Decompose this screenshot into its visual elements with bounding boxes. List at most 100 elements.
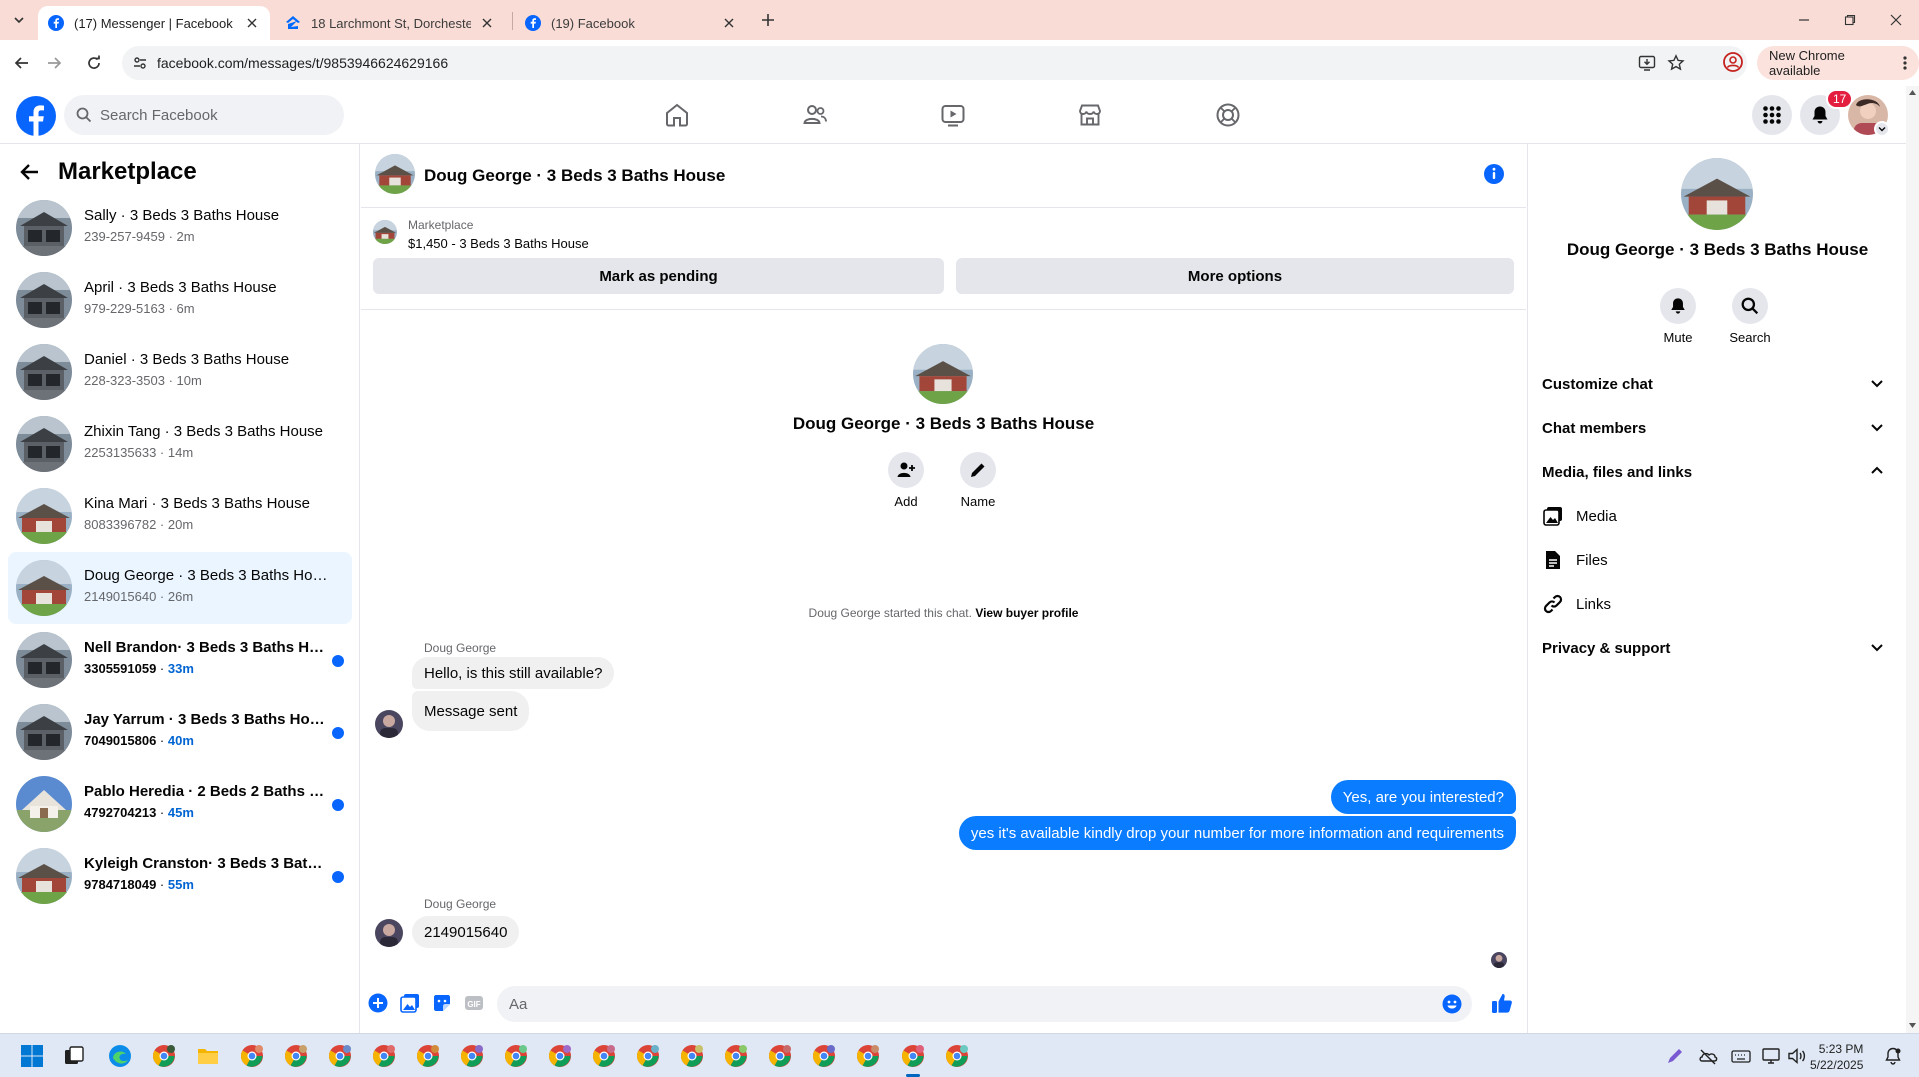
chrome-profile-icon[interactable] [326,1042,354,1070]
edge-browser-icon[interactable] [106,1042,134,1070]
notification-center-icon[interactable] [1883,1046,1903,1066]
tab-facebook[interactable]: (19) Facebook [515,6,747,40]
chrome-profile-icon[interactable] [1722,51,1744,73]
chrome-profile-icon[interactable] [458,1042,486,1070]
conversation-item[interactable]: Sally · 3 Beds 3 Baths House 239-257-945… [8,192,352,264]
keyboard-icon[interactable] [1731,1046,1751,1066]
mute-button[interactable]: Mute [1648,288,1708,345]
volume-icon[interactable] [1787,1046,1807,1066]
name-chat-button[interactable]: Name [948,452,1008,509]
conversation-item-active[interactable]: Doug George · 3 Beds 3 Baths Hou... 2149… [8,552,352,624]
kebab-menu-icon[interactable] [1903,56,1907,70]
chrome-profile-icon[interactable] [854,1042,882,1070]
task-view-icon[interactable] [60,1042,88,1070]
conversation-item[interactable]: Kyleigh Cranston· 3 Beds 3 Baths... 9784… [8,840,352,912]
files-item[interactable]: Files [1542,542,1892,578]
incoming-message[interactable]: Hello, is this still available? [412,657,615,689]
chat-members-section[interactable]: Chat members [1542,410,1892,446]
chrome-profile-icon[interactable] [943,1042,971,1070]
conversation-item[interactable]: April · 3 Beds 3 Baths House 979-229-516… [8,264,352,336]
customize-chat-section[interactable]: Customize chat [1542,366,1892,402]
mark-as-pending-button[interactable]: Mark as pending [373,258,944,294]
conversation-item[interactable]: Kina Mari · 3 Beds 3 Baths House 8083396… [8,480,352,552]
chrome-profile-icon[interactable] [502,1042,530,1070]
menu-grid-icon[interactable] [1752,95,1792,135]
chrome-profile-icon[interactable] [414,1042,442,1070]
back-arrow-icon[interactable] [10,51,34,75]
emoji-icon[interactable] [1442,994,1462,1014]
chrome-profile-icon[interactable] [282,1042,310,1070]
sender-avatar[interactable] [375,919,403,947]
sender-avatar[interactable] [375,710,403,738]
message-input[interactable] [509,995,1409,1013]
privacy-support-section[interactable]: Privacy & support [1542,630,1892,666]
chat-avatar[interactable] [375,154,415,194]
gallery-icon[interactable] [399,992,421,1014]
search-in-chat-button[interactable]: Search [1720,288,1780,345]
conversation-item[interactable]: Pablo Heredia · 2 Beds 2 Baths H... 4792… [8,768,352,840]
windows-start-icon[interactable] [18,1042,46,1070]
gif-icon[interactable]: GIF [463,992,485,1014]
chrome-profile-icon[interactable] [238,1042,266,1070]
facebook-search-box[interactable] [64,95,344,135]
onedrive-off-icon[interactable] [1698,1046,1718,1066]
back-arrow-icon[interactable] [16,158,44,186]
outgoing-message[interactable]: Yes, are you interested? [1330,780,1516,814]
restore-icon[interactable] [1838,8,1862,32]
listing-price-title[interactable]: $1,450 - 3 Beds 3 Baths House [408,236,589,251]
incoming-message[interactable]: 2149015640 [412,916,520,948]
outgoing-message[interactable]: yes it's available kindly drop your numb… [958,816,1516,850]
sticker-icon[interactable] [431,992,453,1014]
conversation-item[interactable]: Daniel · 3 Beds 3 Baths House 228-323-35… [8,336,352,408]
facebook-logo-icon[interactable] [16,96,56,136]
video-icon[interactable] [933,95,973,135]
new-chrome-available-button[interactable]: New Chrome available [1757,46,1919,80]
site-info-icon[interactable] [132,55,148,71]
friends-icon[interactable] [795,95,835,135]
chrome-profile-icon[interactable] [722,1042,750,1070]
chrome-profile-icon[interactable] [546,1042,574,1070]
close-window-icon[interactable] [1884,8,1908,32]
chevron-down-icon[interactable] [1874,121,1890,137]
view-buyer-profile-link[interactable]: View buyer profile [975,606,1078,620]
minimize-icon[interactable] [1792,8,1816,32]
close-icon[interactable] [244,15,260,31]
gaming-icon[interactable] [1208,95,1248,135]
chrome-profile-icon[interactable] [766,1042,794,1070]
system-clock[interactable]: 5:23 PM 5/22/2025 [1810,1041,1863,1073]
conversation-item[interactable]: Nell Brandon· 3 Beds 3 Baths Ho... 33055… [8,624,352,696]
media-item[interactable]: Media [1542,498,1892,534]
tab-zillow[interactable]: 18 Larchmont St, Dorchester Ce [275,6,505,40]
plus-circle-icon[interactable] [367,992,389,1014]
tab-messenger[interactable]: (17) Messenger | Facebook [38,6,270,40]
chrome-profile-icon[interactable] [899,1042,927,1070]
close-icon[interactable] [721,15,737,31]
chrome-profile-icon[interactable] [634,1042,662,1070]
forward-arrow-icon[interactable] [42,51,66,75]
install-app-icon[interactable] [1638,54,1656,72]
tab-search-icon[interactable] [8,9,30,31]
chrome-profile-icon[interactable] [590,1042,618,1070]
bookmark-star-icon[interactable] [1667,54,1685,72]
new-tab-plus-icon[interactable] [757,9,779,31]
info-icon[interactable] [1483,163,1505,185]
chrome-profile-icon[interactable] [370,1042,398,1070]
listing-thumbnail[interactable] [373,220,397,244]
chrome-profile-icon[interactable] [150,1042,178,1070]
page-scrollbar[interactable] [1906,86,1919,1033]
chrome-profile-icon[interactable] [810,1042,838,1070]
links-item[interactable]: Links [1542,586,1892,622]
address-bar[interactable]: facebook.com/messages/t/9853946624629166 [122,46,1747,80]
thumbs-up-icon[interactable] [1489,990,1515,1016]
file-explorer-icon[interactable] [194,1042,222,1070]
chrome-profile-icon[interactable] [678,1042,706,1070]
facebook-search-input[interactable] [100,106,320,124]
conversation-item[interactable]: Zhixin Tang · 3 Beds 3 Baths House 22531… [8,408,352,480]
close-icon[interactable] [479,15,495,31]
message-input-box[interactable] [497,986,1472,1022]
home-icon[interactable] [657,95,697,135]
media-files-links-section[interactable]: Media, files and links [1542,454,1892,490]
conversation-item[interactable]: Jay Yarrum · 3 Beds 3 Baths House 704901… [8,696,352,768]
reload-icon[interactable] [82,51,106,75]
network-icon[interactable] [1761,1046,1781,1066]
